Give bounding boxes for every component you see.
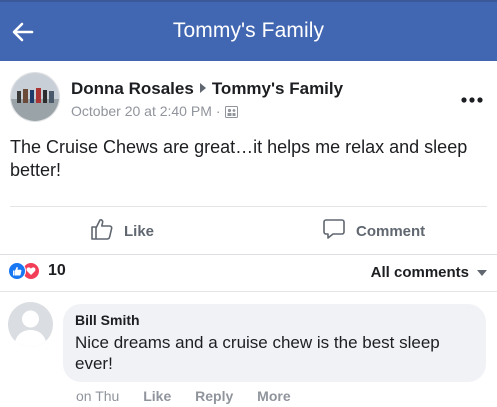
like-button-label: Like — [124, 222, 155, 240]
comments-filter-dropdown[interactable]: All comments — [371, 264, 487, 281]
like-reaction-icon — [8, 262, 26, 280]
post-text: The Cruise Chews are great…it helps me r… — [10, 137, 468, 180]
like-thumb-icon — [90, 217, 114, 245]
post-author-line: Donna Rosales Tommy's Family — [71, 79, 343, 99]
comments-filter-label: All comments — [370, 264, 469, 281]
comment-bubble: Bill Smith Nice dreams and a cruise chew… — [63, 304, 486, 382]
divider — [10, 206, 487, 207]
arrow-right-icon — [199, 83, 206, 94]
page-title: Tommy's Family — [172, 19, 325, 42]
comment-button[interactable]: Comment — [322, 216, 425, 246]
audience-icon — [224, 105, 238, 121]
comment-actions: on Thu Like Reply More — [76, 388, 311, 404]
group-avatar[interactable] — [10, 72, 60, 122]
reaction-count: 10 — [48, 262, 66, 279]
comment-button-label: Comment — [356, 222, 426, 240]
top-app-bar: Tommy's Family — [0, 0, 497, 61]
more-icon[interactable] — [461, 90, 483, 108]
comment-bubble-icon — [322, 217, 346, 245]
post-timestamp[interactable]: October 20 at 2:40 PM — [71, 103, 212, 119]
comment-author[interactable]: Bill Smith — [75, 312, 474, 328]
comment-like-button[interactable]: Like — [143, 388, 171, 404]
comment-reply-button[interactable]: Reply — [195, 388, 233, 404]
like-button[interactable]: Like — [90, 216, 154, 246]
divider — [0, 254, 497, 255]
meta-separator: · — [215, 103, 221, 119]
post-meta: October 20 at 2:40 PM · — [71, 103, 238, 121]
commenter-avatar[interactable] — [8, 302, 53, 347]
divider — [0, 291, 497, 292]
reactions-summary[interactable]: 10 — [8, 262, 66, 280]
post-header: Donna Rosales Tommy's Family October 20 a… — [10, 72, 490, 128]
comment-text: Nice dreams and a cruise chew is the bes… — [75, 333, 440, 373]
comment-time[interactable]: on Thu — [76, 388, 119, 404]
post-target-group[interactable]: Tommy's Family — [212, 79, 343, 98]
comment-more-button[interactable]: More — [257, 388, 290, 404]
post-author-name[interactable]: Donna Rosales — [71, 79, 194, 98]
dropdown-triangle-icon — [477, 269, 487, 276]
